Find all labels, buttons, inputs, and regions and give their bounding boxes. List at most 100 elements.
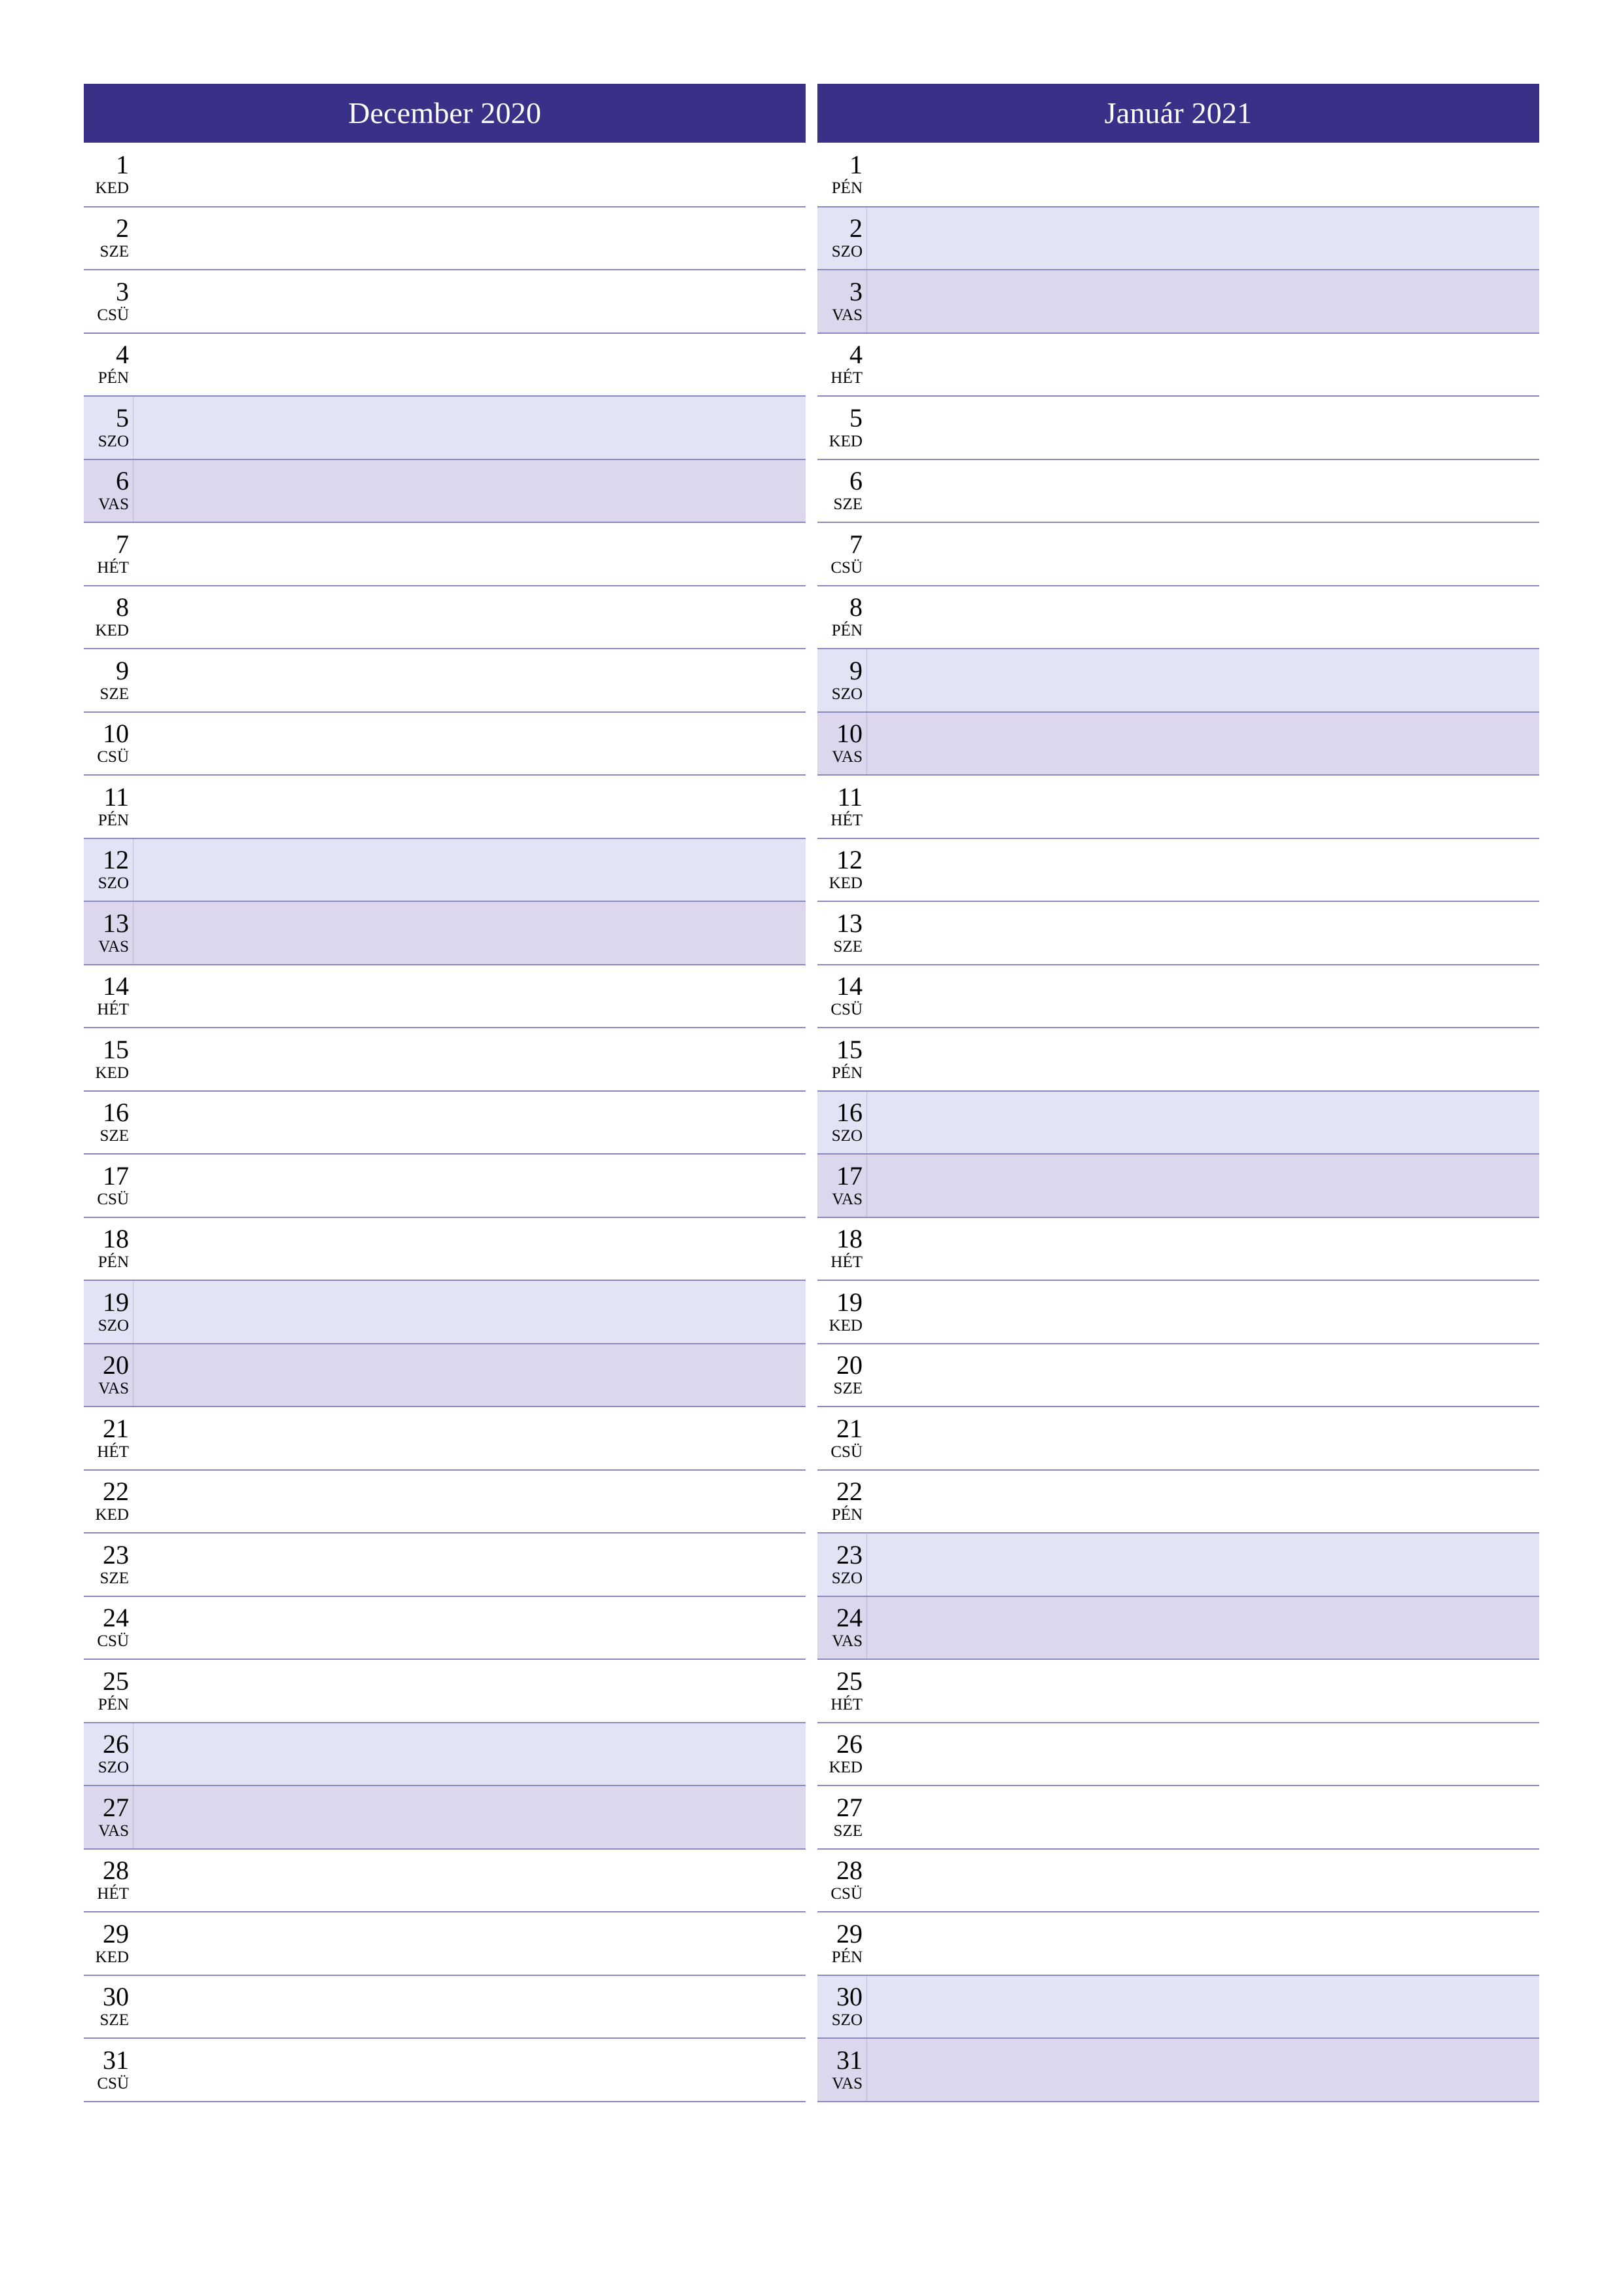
day-note-area[interactable] bbox=[134, 1534, 806, 1596]
day-note-area[interactable] bbox=[134, 1471, 806, 1533]
day-row[interactable]: 24 VAS bbox=[817, 1595, 1539, 1659]
day-note-area[interactable] bbox=[867, 207, 1539, 270]
day-row[interactable]: 27 VAS bbox=[84, 1785, 806, 1848]
day-note-area[interactable] bbox=[867, 776, 1539, 838]
day-note-area[interactable] bbox=[867, 1471, 1539, 1533]
day-note-area[interactable] bbox=[867, 1597, 1539, 1659]
day-row[interactable]: 10 VAS bbox=[817, 711, 1539, 775]
day-note-area[interactable] bbox=[134, 1786, 806, 1848]
day-row[interactable]: 19 KED bbox=[817, 1280, 1539, 1343]
day-note-area[interactable] bbox=[867, 1534, 1539, 1596]
day-note-area[interactable] bbox=[134, 1597, 806, 1659]
day-note-area[interactable] bbox=[867, 1092, 1539, 1154]
day-note-area[interactable] bbox=[867, 1407, 1539, 1469]
day-row[interactable]: 21 HÉT bbox=[84, 1406, 806, 1469]
day-row[interactable]: 7 CSÜ bbox=[817, 522, 1539, 585]
day-row[interactable]: 3 CSÜ bbox=[84, 269, 806, 332]
day-row[interactable]: 17 VAS bbox=[817, 1153, 1539, 1217]
day-row[interactable]: 15 PÉN bbox=[817, 1027, 1539, 1090]
day-row[interactable]: 31 VAS bbox=[817, 2037, 1539, 2101]
day-row[interactable]: 27 SZE bbox=[817, 1785, 1539, 1848]
day-note-area[interactable] bbox=[867, 523, 1539, 585]
day-note-area[interactable] bbox=[867, 1850, 1539, 1912]
day-note-area[interactable] bbox=[134, 1281, 806, 1343]
day-note-area[interactable] bbox=[867, 1976, 1539, 2038]
day-note-area[interactable] bbox=[867, 1155, 1539, 1217]
day-note-area[interactable] bbox=[134, 965, 806, 1028]
day-note-area[interactable] bbox=[134, 334, 806, 396]
day-note-area[interactable] bbox=[867, 1723, 1539, 1785]
day-note-area[interactable] bbox=[867, 143, 1539, 206]
day-row[interactable]: 8 KED bbox=[84, 584, 806, 648]
day-row[interactable]: 29 KED bbox=[84, 1911, 806, 1975]
day-row[interactable]: 5 SZO bbox=[84, 395, 806, 459]
day-row[interactable]: 3 VAS bbox=[817, 269, 1539, 332]
day-row[interactable]: 6 VAS bbox=[84, 458, 806, 522]
day-row[interactable]: 9 SZO bbox=[817, 648, 1539, 711]
day-note-area[interactable] bbox=[867, 460, 1539, 522]
day-note-area[interactable] bbox=[867, 270, 1539, 332]
day-note-area[interactable] bbox=[867, 397, 1539, 459]
day-row[interactable]: 1 KED bbox=[84, 143, 806, 206]
day-note-area[interactable] bbox=[134, 1660, 806, 1722]
day-row[interactable]: 2 SZE bbox=[84, 206, 806, 270]
day-row[interactable]: 22 PÉN bbox=[817, 1469, 1539, 1533]
day-row[interactable]: 17 CSÜ bbox=[84, 1153, 806, 1217]
day-row[interactable]: 20 SZE bbox=[817, 1342, 1539, 1407]
day-row[interactable]: 20 VAS bbox=[84, 1342, 806, 1407]
day-row[interactable]: 23 SZE bbox=[84, 1532, 806, 1596]
day-note-area[interactable] bbox=[867, 2039, 1539, 2101]
day-row[interactable]: 14 CSÜ bbox=[817, 963, 1539, 1028]
day-note-area[interactable] bbox=[867, 1786, 1539, 1848]
day-note-area[interactable] bbox=[134, 207, 806, 270]
day-note-area[interactable] bbox=[134, 902, 806, 964]
day-row[interactable]: 12 SZO bbox=[84, 837, 806, 901]
day-row[interactable]: 1 PÉN bbox=[817, 143, 1539, 206]
day-note-area[interactable] bbox=[867, 1344, 1539, 1407]
day-row[interactable]: 6 SZE bbox=[817, 458, 1539, 522]
day-note-area[interactable] bbox=[867, 965, 1539, 1028]
day-row[interactable]: 16 SZE bbox=[84, 1090, 806, 1153]
day-row[interactable]: 18 HÉT bbox=[817, 1216, 1539, 1280]
day-row[interactable]: 11 HÉT bbox=[817, 774, 1539, 838]
day-row[interactable]: 13 VAS bbox=[84, 901, 806, 964]
day-note-area[interactable] bbox=[867, 1912, 1539, 1975]
day-row[interactable]: 14 HÉT bbox=[84, 963, 806, 1028]
day-row[interactable]: 30 SZE bbox=[84, 1974, 806, 2038]
day-note-area[interactable] bbox=[867, 1028, 1539, 1090]
day-row[interactable]: 5 KED bbox=[817, 395, 1539, 459]
day-note-area[interactable] bbox=[134, 1407, 806, 1469]
day-row[interactable]: 2 SZO bbox=[817, 206, 1539, 270]
day-note-area[interactable] bbox=[134, 397, 806, 459]
day-note-area[interactable] bbox=[134, 1344, 806, 1407]
day-row[interactable]: 18 PÉN bbox=[84, 1216, 806, 1280]
day-row[interactable]: 22 KED bbox=[84, 1469, 806, 1533]
day-row[interactable]: 23 SZO bbox=[817, 1532, 1539, 1596]
day-note-area[interactable] bbox=[867, 1281, 1539, 1343]
day-row[interactable]: 26 SZO bbox=[84, 1721, 806, 1785]
day-row[interactable]: 10 CSÜ bbox=[84, 711, 806, 775]
day-row[interactable]: 26 KED bbox=[817, 1721, 1539, 1785]
day-row[interactable]: 12 KED bbox=[817, 837, 1539, 901]
day-note-area[interactable] bbox=[867, 1218, 1539, 1280]
day-note-area[interactable] bbox=[134, 1218, 806, 1280]
day-note-area[interactable] bbox=[134, 713, 806, 775]
day-note-area[interactable] bbox=[134, 776, 806, 838]
day-note-area[interactable] bbox=[867, 839, 1539, 901]
day-row[interactable]: 16 SZO bbox=[817, 1090, 1539, 1154]
day-note-area[interactable] bbox=[134, 1912, 806, 1975]
day-note-area[interactable] bbox=[134, 2039, 806, 2101]
day-note-area[interactable] bbox=[134, 1976, 806, 2038]
day-row[interactable]: 4 HÉT bbox=[817, 332, 1539, 395]
day-row[interactable]: 28 CSÜ bbox=[817, 1848, 1539, 1912]
day-row[interactable]: 24 CSÜ bbox=[84, 1595, 806, 1659]
day-row[interactable]: 25 HÉT bbox=[817, 1659, 1539, 1722]
day-row[interactable]: 9 SZE bbox=[84, 648, 806, 711]
day-note-area[interactable] bbox=[867, 713, 1539, 775]
day-note-area[interactable] bbox=[134, 839, 806, 901]
day-note-area[interactable] bbox=[134, 1028, 806, 1090]
day-row[interactable]: 15 KED bbox=[84, 1027, 806, 1090]
day-row[interactable]: 13 SZE bbox=[817, 901, 1539, 964]
day-row[interactable]: 30 SZO bbox=[817, 1974, 1539, 2038]
day-row[interactable]: 11 PÉN bbox=[84, 774, 806, 838]
